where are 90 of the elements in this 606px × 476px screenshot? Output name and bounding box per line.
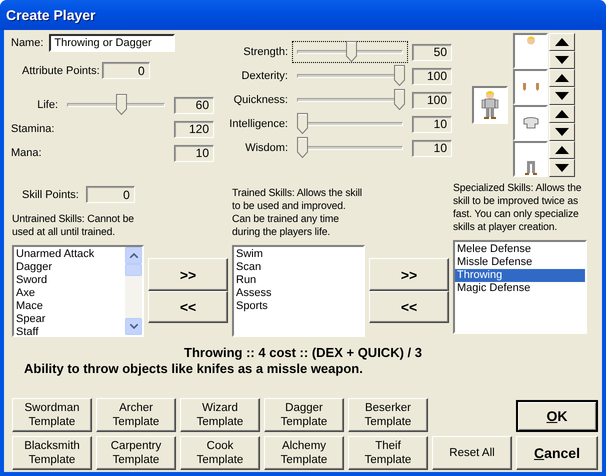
trained-caption: Trained Skills: Allows the skill to be used and improved. Can be trained any time during the players life. — [232, 187, 363, 239]
down-button[interactable] — [549, 51, 575, 69]
pants-icon — [524, 161, 536, 175]
stat-label: Life: — [37, 99, 58, 111]
window-title: Create Player — [6, 7, 96, 23]
transfer-button[interactable]: >> — [148, 258, 228, 291]
attribute-label: Intelligence: — [229, 118, 288, 130]
scroll-thumb[interactable] — [125, 264, 142, 276]
list-item[interactable]: Swim — [234, 248, 363, 261]
attribute-points-value: 0 — [102, 62, 150, 79]
template-button[interactable]: Blacksmith Template — [12, 436, 92, 470]
skill-description: Ability to throw objects like knifes as a missle weapon. — [23, 361, 364, 377]
up-arrow-icon — [555, 110, 569, 118]
attribute-points-label: Attribute Points: — [22, 64, 100, 76]
list-item[interactable]: Melee Defense — [455, 243, 585, 256]
scrollbar[interactable] — [125, 247, 142, 335]
name-label: Name: — [11, 37, 44, 49]
list-item[interactable]: Throwing — [455, 269, 585, 282]
name-field[interactable]: Throwing or Dagger — [49, 34, 176, 52]
slider-thumb[interactable] — [394, 65, 405, 86]
cancel-button[interactable]: Cancel — [516, 436, 598, 470]
list-item[interactable]: Dagger — [14, 261, 125, 274]
down-arrow-icon — [555, 164, 569, 172]
list-item[interactable]: Missle Defense — [455, 256, 585, 269]
up-arrow-icon — [555, 146, 569, 154]
attribute-value: 100 — [412, 92, 452, 108]
down-arrow-icon — [555, 128, 569, 136]
template-button[interactable]: Wizard Template — [180, 398, 260, 432]
reset-button[interactable]: Reset All — [432, 436, 512, 470]
down-arrow-icon — [555, 92, 569, 100]
attribute-value: 10 — [412, 140, 452, 156]
stat-label: Mana: — [11, 147, 42, 159]
up-arrow-icon — [555, 38, 569, 46]
list-item[interactable]: Spear — [14, 313, 125, 326]
head-icon — [526, 35, 536, 45]
list-item[interactable]: Run — [234, 274, 363, 287]
figure-icon — [480, 90, 500, 120]
stat-value: 10 — [174, 144, 214, 162]
stat-label: Stamina: — [11, 123, 54, 135]
attribute-value: 50 — [412, 44, 452, 60]
list-item[interactable]: Sword — [14, 274, 125, 287]
down-button[interactable] — [549, 159, 575, 177]
slider-thumb[interactable] — [116, 94, 127, 115]
down-button[interactable] — [549, 123, 575, 141]
list-item[interactable]: Scan — [234, 261, 363, 274]
template-button[interactable]: Alchemy Template — [264, 436, 344, 470]
up-button[interactable] — [549, 105, 575, 123]
template-button[interactable]: Carpentry Template — [96, 436, 176, 470]
template-button[interactable]: Swordman Template — [12, 398, 92, 432]
skill-points-label: Skill Points: — [22, 188, 79, 200]
up-button[interactable] — [549, 33, 575, 51]
transfer-button[interactable]: << — [148, 291, 228, 323]
slider-thumb[interactable] — [297, 113, 308, 134]
list-item[interactable]: Assess — [234, 287, 363, 300]
slider-thumb[interactable] — [346, 41, 356, 62]
template-button[interactable]: Dagger Template — [264, 398, 344, 432]
list-item[interactable]: Mace — [14, 300, 125, 313]
transfer-button[interactable]: >> — [369, 258, 449, 291]
attribute-label: Dexterity: — [242, 70, 288, 82]
template-button[interactable]: Cook Template — [180, 436, 260, 470]
list-item[interactable]: Sports — [234, 300, 363, 313]
list-item[interactable]: Magic Defense — [455, 282, 585, 295]
slider-thumb[interactable] — [297, 137, 308, 158]
up-button[interactable] — [549, 69, 575, 87]
up-arrow-icon — [555, 74, 569, 82]
list-item[interactable]: Staff — [14, 326, 125, 335]
template-button[interactable]: Beserker Template — [348, 398, 428, 432]
template-button[interactable]: Archer Template — [96, 398, 176, 432]
slider-thumb[interactable] — [394, 89, 405, 110]
attribute-value: 100 — [412, 68, 452, 84]
untrained-caption: Untrained Skills: Cannot be used at all until trained. — [11, 213, 135, 239]
specialized-caption: Specialized Skills: Allows the skill to be improved twice as fast. You can only specialize skills at player creation. — [453, 182, 582, 234]
stat-value: 120 — [174, 120, 214, 138]
hands-icon — [522, 83, 540, 91]
stat-value: 60 — [174, 96, 214, 114]
attribute-label: Quickness: — [234, 94, 288, 106]
shirt-icon — [522, 117, 538, 129]
up-button[interactable] — [549, 141, 575, 159]
attribute-value: 10 — [412, 116, 452, 132]
down-arrow-icon — [555, 56, 569, 64]
list-item[interactable]: Unarmed Attack — [14, 248, 125, 261]
list-item[interactable]: Axe — [14, 287, 125, 300]
template-button[interactable]: Theif Template — [348, 436, 428, 470]
skill-points-value: 0 — [86, 186, 135, 203]
attribute-label: Strength: — [243, 46, 288, 58]
down-button[interactable] — [549, 87, 575, 105]
attribute-label: Wisdom: — [245, 142, 288, 154]
skill-title: Throwing :: 4 cost :: (DEX + QUICK) / 3 — [183, 345, 423, 361]
ok-button[interactable]: OK — [516, 400, 598, 432]
transfer-button[interactable]: << — [369, 291, 449, 323]
